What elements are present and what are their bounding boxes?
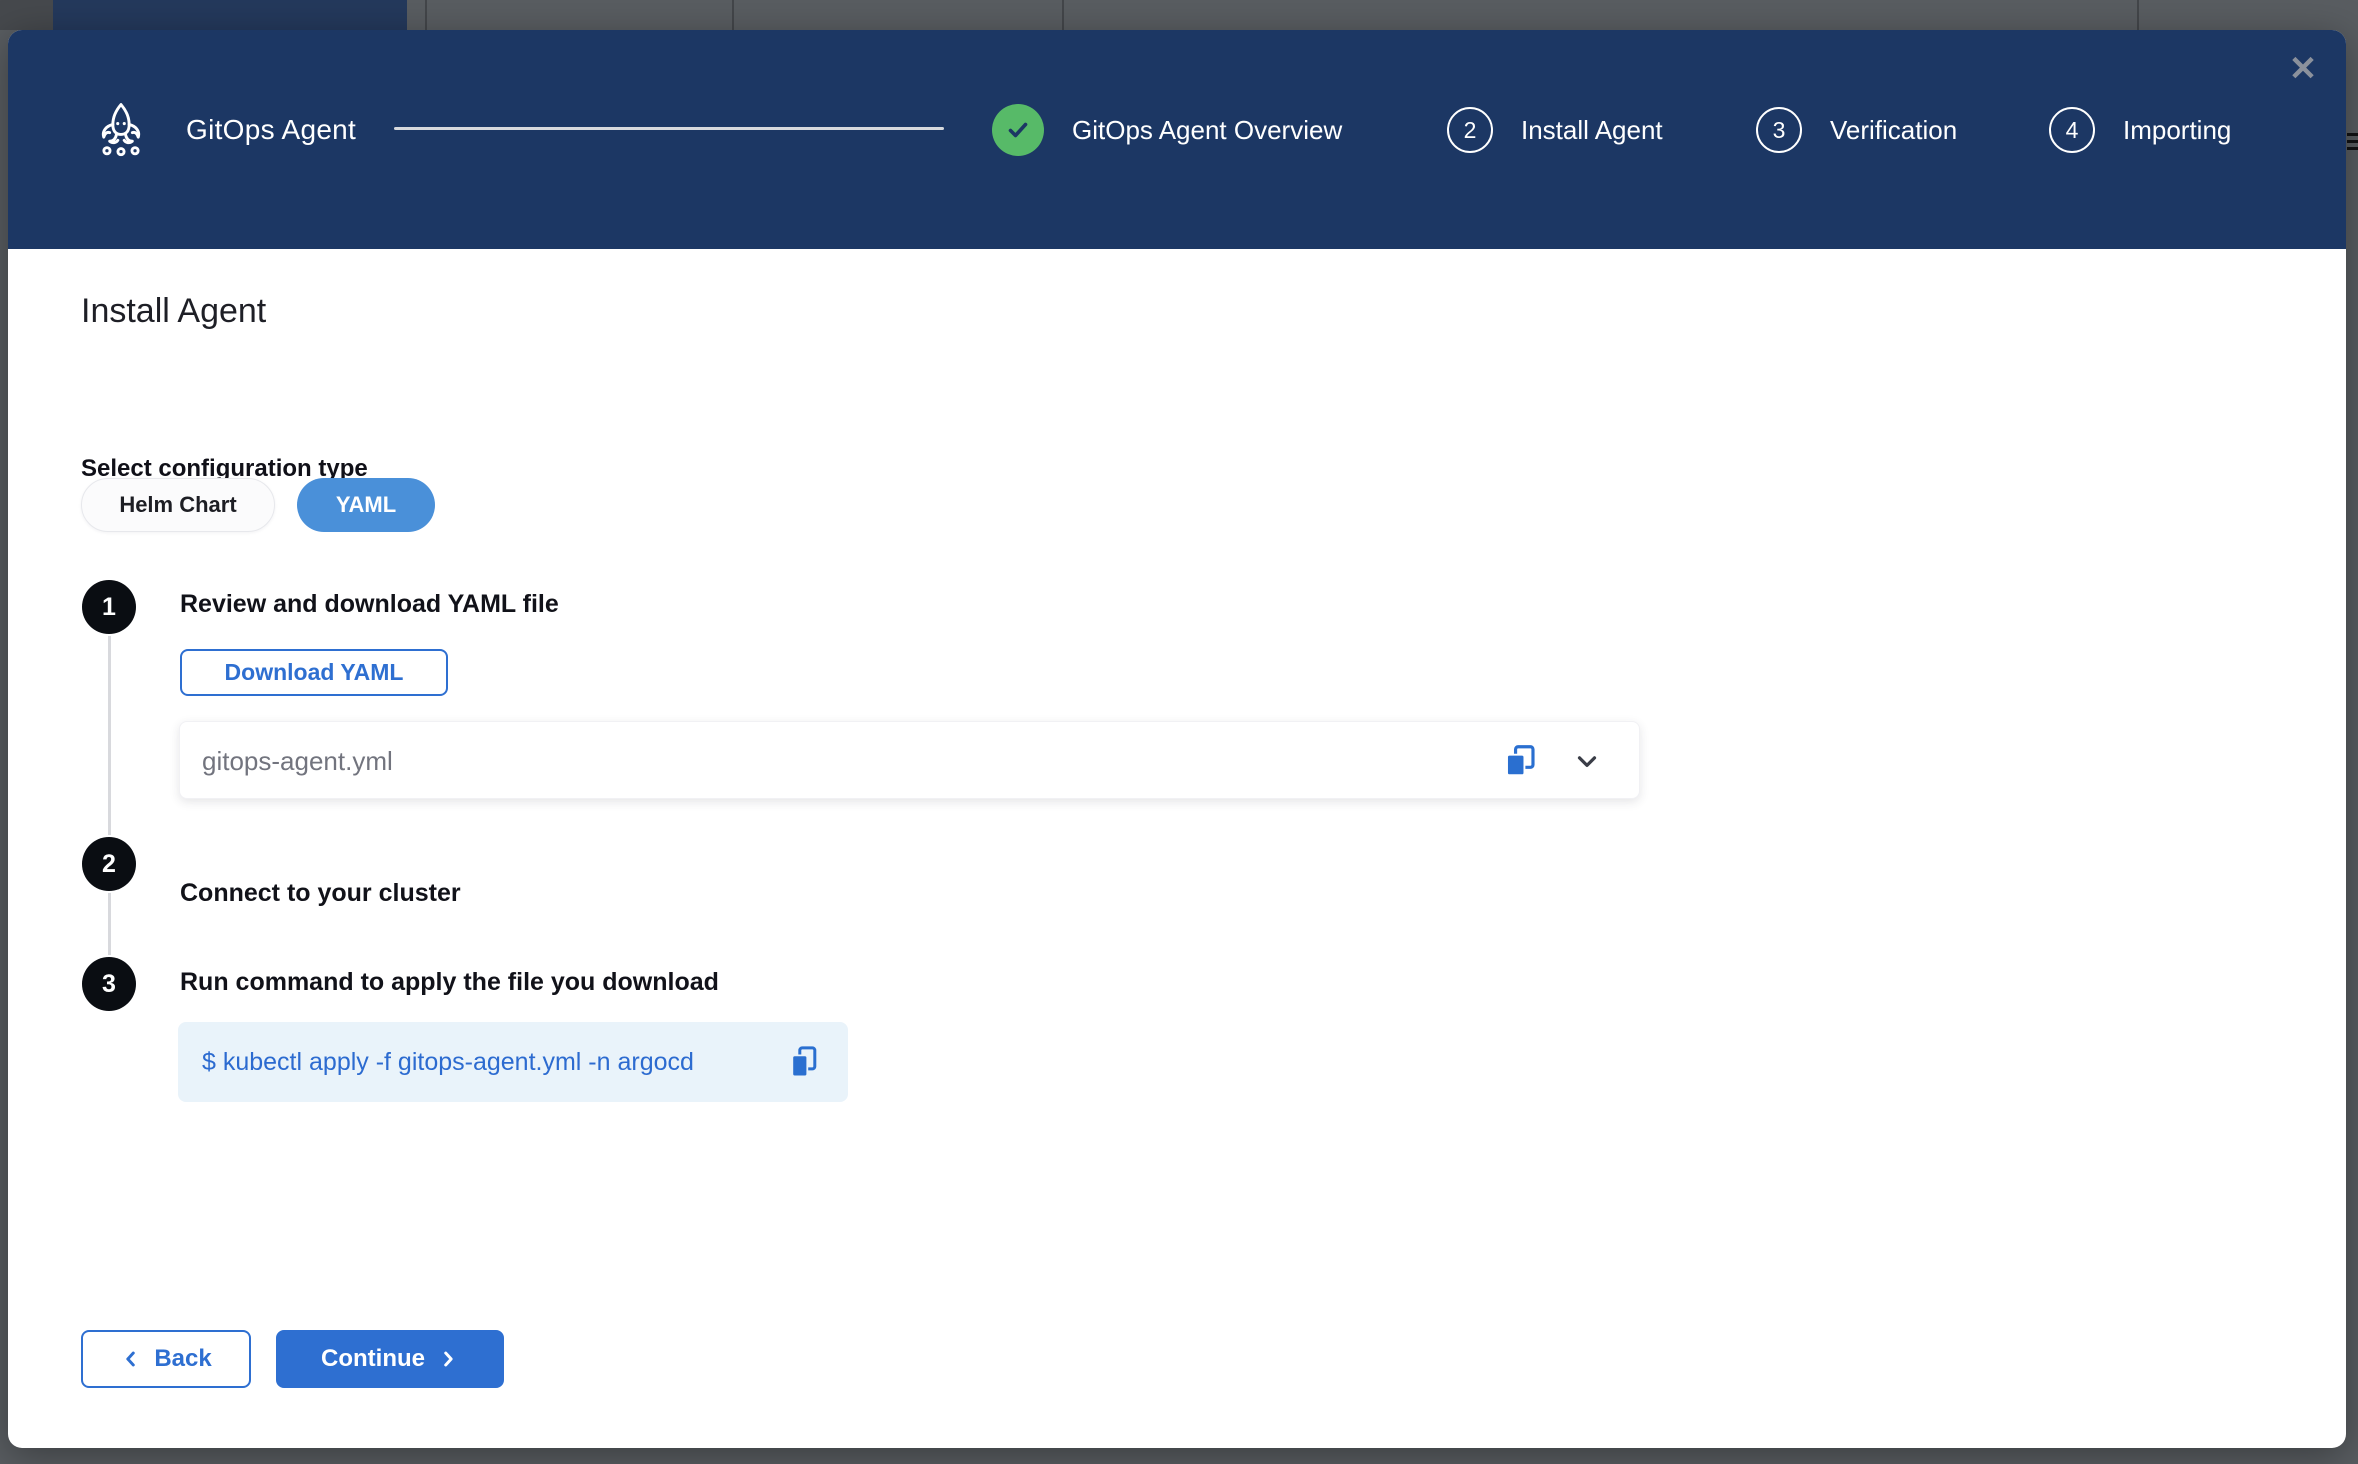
page-title: Install Agent [81, 292, 266, 331]
stepper-divider-line [394, 127, 944, 130]
copy-command-button[interactable] [784, 1042, 824, 1082]
install-step-3-circle: 3 [82, 957, 136, 1011]
config-option-yaml[interactable]: YAML [297, 478, 435, 532]
continue-label: Continue [321, 1345, 425, 1373]
expand-yaml-toggle[interactable] [1569, 744, 1605, 778]
chevron-right-icon [437, 1348, 459, 1370]
config-option-label: YAML [336, 492, 396, 518]
install-step-2-circle: 2 [82, 837, 136, 891]
chevron-down-icon [1572, 746, 1602, 776]
background-right-strip [2346, 0, 2358, 1464]
stepper-step-install-agent[interactable]: 2 Install Agent [1447, 104, 1663, 156]
step-connector [108, 634, 111, 838]
stepper-step-importing[interactable]: 4 Importing [2049, 104, 2231, 156]
copy-yaml-button[interactable] [1499, 740, 1541, 782]
close-icon: ✕ [2289, 52, 2318, 86]
install-step-2-title: Connect to your cluster [180, 879, 461, 908]
tab-strip-edge [0, 0, 53, 30]
install-step-3-title: Run command to apply the file you downlo… [180, 968, 719, 997]
stepper-step-label: Importing [2123, 115, 2231, 146]
stepper-step-verification[interactable]: 3 Verification [1756, 104, 1957, 156]
download-yaml-label: Download YAML [225, 659, 404, 686]
background-tab-strip [0, 0, 2358, 30]
stepper-step-overview[interactable]: GitOps Agent Overview [992, 104, 1342, 156]
wizard-title: GitOps Agent [186, 114, 356, 146]
tab-divider [425, 0, 427, 30]
check-icon [992, 104, 1044, 156]
squid-icon [92, 100, 150, 158]
background-bottom-bar [0, 1448, 2358, 1464]
browser-tab [53, 0, 407, 30]
step-connector [108, 891, 111, 957]
screen: GitOps Agent GitOps Agent Overview 2 Ins… [0, 0, 2358, 1464]
continue-button[interactable]: Continue [276, 1330, 504, 1388]
tab-divider [732, 0, 734, 30]
stepper-step-label: GitOps Agent Overview [1072, 115, 1342, 146]
copy-icon [786, 1044, 822, 1080]
yaml-file-name: gitops-agent.yml [202, 746, 393, 777]
command-text: $ kubectl apply -f gitops-agent.yml -n a… [202, 1048, 694, 1077]
config-option-helm-chart[interactable]: Helm Chart [81, 478, 275, 532]
back-button[interactable]: Back [81, 1330, 251, 1388]
gitops-agent-wizard-modal: GitOps Agent GitOps Agent Overview 2 Ins… [8, 30, 2346, 1448]
chevron-left-icon [120, 1348, 142, 1370]
stepper-step-label: Install Agent [1521, 115, 1663, 146]
config-option-label: Helm Chart [119, 492, 236, 518]
back-label: Back [154, 1345, 211, 1373]
close-button[interactable]: ✕ [2278, 44, 2328, 94]
download-yaml-button[interactable]: Download YAML [180, 649, 448, 696]
copy-icon [1501, 742, 1539, 780]
yaml-file-card: gitops-agent.yml [179, 721, 1640, 799]
wizard-header: GitOps Agent GitOps Agent Overview 2 Ins… [8, 30, 2346, 249]
menu-lines-icon [2347, 133, 2358, 155]
step-number-circle: 4 [2049, 107, 2095, 153]
tab-divider [1062, 0, 1064, 30]
command-box: $ kubectl apply -f gitops-agent.yml -n a… [178, 1022, 848, 1102]
step-number-circle: 2 [1447, 107, 1493, 153]
install-step-1-title: Review and download YAML file [180, 590, 559, 619]
stepper-step-label: Verification [1830, 115, 1957, 146]
install-step-1-circle: 1 [82, 580, 136, 634]
step-number-circle: 3 [1756, 107, 1802, 153]
tab-divider [2137, 0, 2139, 30]
